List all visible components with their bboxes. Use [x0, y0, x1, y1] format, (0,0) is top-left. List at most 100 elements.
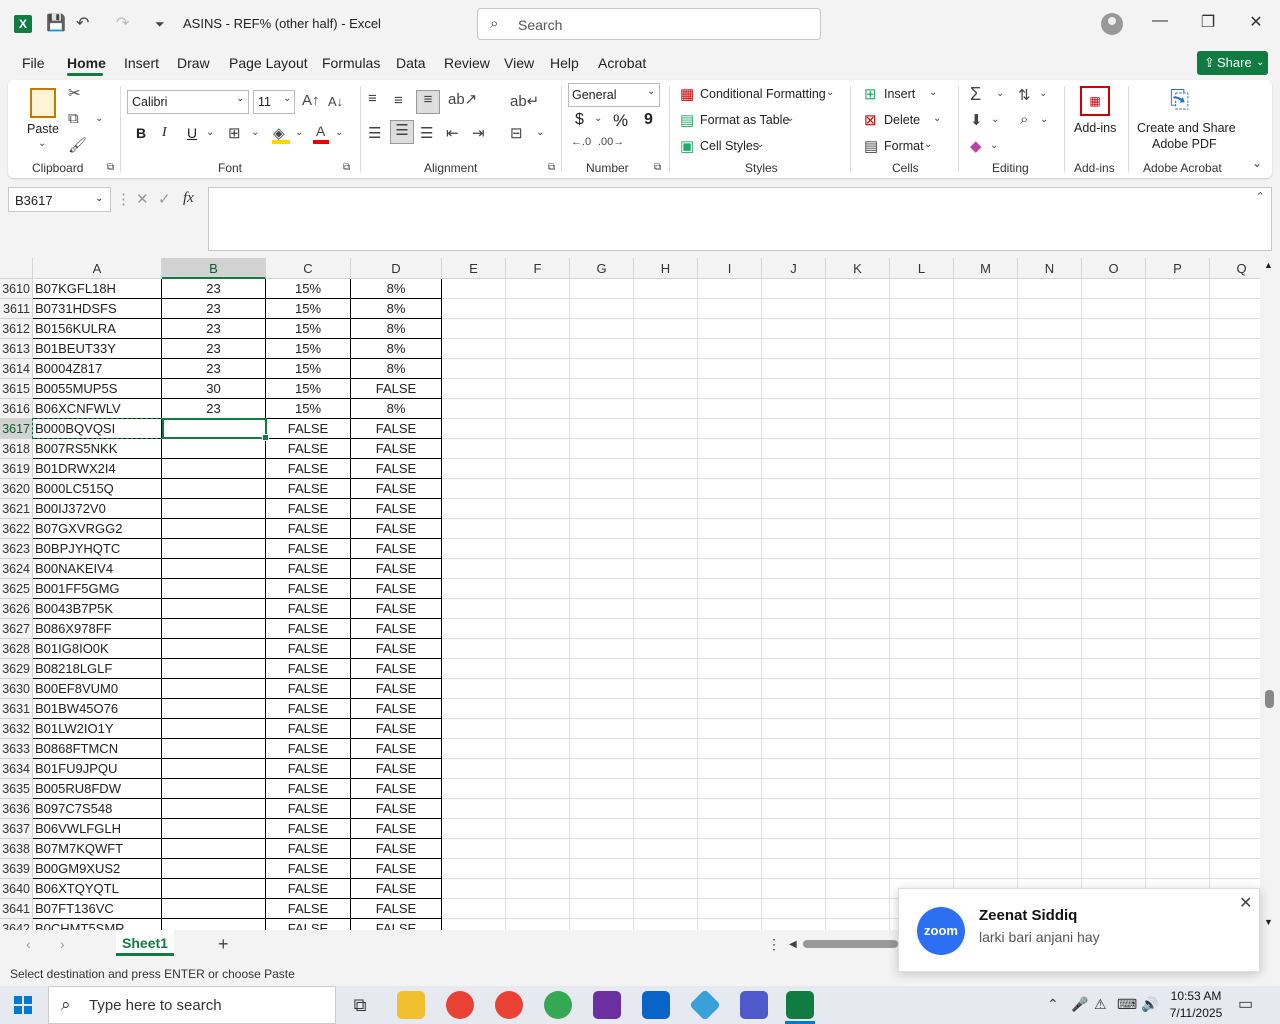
chevron-down-icon[interactable]: ⌄ — [826, 87, 834, 98]
cell-empty[interactable] — [954, 839, 1018, 859]
cell-c[interactable]: FALSE — [266, 479, 351, 499]
cell-a[interactable]: B097C7S548 — [33, 799, 162, 819]
format-painter-icon[interactable]: 🖌 — [68, 136, 87, 154]
cell-empty[interactable] — [826, 919, 890, 930]
row-header[interactable]: 3634 — [0, 759, 33, 779]
cell-empty[interactable] — [442, 559, 506, 579]
row-header[interactable]: 3622 — [0, 519, 33, 539]
undo-icon[interactable]: ↶ — [76, 13, 89, 33]
cell-empty[interactable] — [1018, 579, 1082, 599]
cell-empty[interactable] — [506, 839, 570, 859]
cell-a[interactable]: B06XTQYQTL — [33, 879, 162, 899]
cell-empty[interactable] — [634, 619, 698, 639]
cell-empty[interactable] — [1018, 659, 1082, 679]
chevron-down-icon[interactable]: ⌄ — [929, 87, 937, 98]
column-header-a[interactable]: A — [33, 258, 162, 279]
cell-empty[interactable] — [442, 619, 506, 639]
cell-c[interactable]: FALSE — [266, 839, 351, 859]
cell-c[interactable]: FALSE — [266, 779, 351, 799]
cell-a[interactable]: B0868FTMCN — [33, 739, 162, 759]
column-header-b[interactable]: B — [162, 258, 266, 279]
cell-empty[interactable] — [826, 439, 890, 459]
cell-empty[interactable] — [634, 559, 698, 579]
cell-a[interactable]: B01LW2IO1Y — [33, 719, 162, 739]
cell-b[interactable] — [162, 799, 266, 819]
cell-b[interactable]: 23 — [162, 299, 266, 319]
cell-empty[interactable] — [506, 299, 570, 319]
cell-empty[interactable] — [1146, 819, 1210, 839]
close-icon[interactable]: ✕ — [1239, 893, 1252, 913]
cell-empty[interactable] — [570, 879, 634, 899]
cell-empty[interactable] — [1146, 639, 1210, 659]
cell-empty[interactable] — [1082, 779, 1146, 799]
cell-empty[interactable] — [1146, 839, 1210, 859]
cell-empty[interactable] — [1082, 579, 1146, 599]
cell-empty[interactable] — [570, 519, 634, 539]
wrap-text-icon[interactable]: ab↵ — [510, 92, 539, 110]
cell-b[interactable] — [162, 599, 266, 619]
row-header[interactable]: 3625 — [0, 579, 33, 599]
taskbar-clock[interactable]: 10:53 AM 7/11/2025 — [1166, 988, 1226, 1022]
row-header[interactable]: 3636 — [0, 799, 33, 819]
cell-empty[interactable] — [826, 559, 890, 579]
column-header-c[interactable]: C — [266, 258, 351, 279]
chevron-up-icon[interactable]: ⌃ — [1256, 190, 1265, 203]
cell-b[interactable] — [162, 639, 266, 659]
cell-empty[interactable] — [954, 779, 1018, 799]
cell-empty[interactable] — [1210, 579, 1260, 599]
cell-b[interactable] — [162, 719, 266, 739]
cell-d[interactable]: FALSE — [351, 799, 442, 819]
cell-empty[interactable] — [762, 499, 826, 519]
chevron-down-icon[interactable]: ⌄ — [251, 127, 259, 138]
tab-insert[interactable]: Insert — [124, 55, 159, 71]
cell-empty[interactable] — [890, 439, 954, 459]
cell-empty[interactable] — [570, 279, 634, 299]
cell-empty[interactable] — [1018, 719, 1082, 739]
cell-empty[interactable] — [890, 339, 954, 359]
name-box[interactable]: B3617 ⌄ — [8, 187, 111, 212]
cell-empty[interactable] — [442, 859, 506, 879]
cell-b[interactable]: 23 — [162, 359, 266, 379]
cell-b[interactable] — [162, 859, 266, 879]
cell-a[interactable]: B0004Z817 — [33, 359, 162, 379]
cell-empty[interactable] — [1082, 619, 1146, 639]
cell-empty[interactable] — [634, 519, 698, 539]
cell-empty[interactable] — [954, 379, 1018, 399]
cell-empty[interactable] — [1210, 499, 1260, 519]
cell-empty[interactable] — [1082, 739, 1146, 759]
cell-empty[interactable] — [570, 559, 634, 579]
conditional-formatting-button[interactable]: Conditional Formatting — [700, 87, 826, 101]
chevron-down-icon[interactable]: ⌄ — [206, 127, 214, 138]
cell-empty[interactable] — [762, 539, 826, 559]
cell-empty[interactable] — [698, 619, 762, 639]
scroll-up-icon[interactable]: ▲ — [1264, 260, 1273, 270]
cell-c[interactable]: FALSE — [266, 599, 351, 619]
create-share-pdf-line2[interactable]: Adobe PDF — [1152, 137, 1217, 151]
cell-empty[interactable] — [506, 899, 570, 919]
cell-empty[interactable] — [890, 619, 954, 639]
row-header[interactable]: 3616 — [0, 399, 33, 419]
cell-b[interactable] — [162, 439, 266, 459]
cell-empty[interactable] — [826, 479, 890, 499]
cell-empty[interactable] — [1210, 399, 1260, 419]
cell-empty[interactable] — [1146, 539, 1210, 559]
cell-empty[interactable] — [762, 559, 826, 579]
cell-d[interactable]: FALSE — [351, 699, 442, 719]
row-header[interactable]: 3637 — [0, 819, 33, 839]
cell-d[interactable]: FALSE — [351, 439, 442, 459]
cell-d[interactable]: 8% — [351, 399, 442, 419]
cell-empty[interactable] — [954, 799, 1018, 819]
cell-empty[interactable] — [1146, 519, 1210, 539]
cell-empty[interactable] — [506, 539, 570, 559]
row-header[interactable]: 3614 — [0, 359, 33, 379]
cell-empty[interactable] — [442, 439, 506, 459]
cell-empty[interactable] — [1018, 519, 1082, 539]
cell-empty[interactable] — [1210, 279, 1260, 299]
cell-b[interactable] — [162, 839, 266, 859]
cell-empty[interactable] — [634, 719, 698, 739]
cell-empty[interactable] — [570, 539, 634, 559]
cell-empty[interactable] — [890, 679, 954, 699]
cell-empty[interactable] — [506, 919, 570, 930]
cell-empty[interactable] — [634, 479, 698, 499]
cell-empty[interactable] — [1210, 719, 1260, 739]
